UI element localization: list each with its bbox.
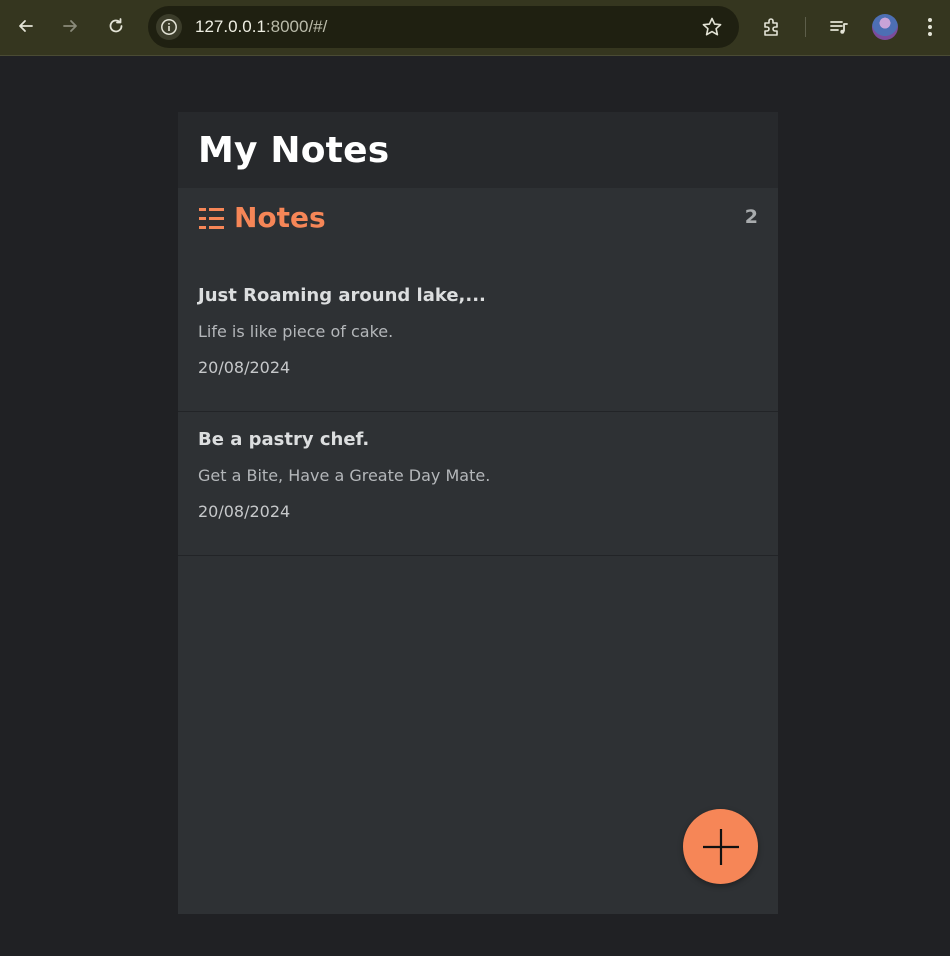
app-header: My Notes — [178, 112, 778, 188]
list-icon — [199, 208, 224, 229]
url-text[interactable]: 127.0.0.1:8000/#/ — [195, 17, 327, 37]
playlist-icon — [830, 21, 848, 34]
toolbar-separator — [805, 17, 806, 37]
note-preview: Life is like piece of cake. — [198, 322, 394, 341]
bookmark-button[interactable] — [701, 16, 723, 38]
notes-app: My Notes Notes 2 Just Roaming around lak… — [178, 112, 778, 914]
arrow-right-icon — [63, 20, 77, 32]
site-info-button[interactable] — [156, 14, 182, 40]
address-bar[interactable]: 127.0.0.1:8000/#/ — [148, 6, 739, 48]
list-item[interactable]: Just Roaming around lake,... Life is lik… — [178, 268, 778, 412]
notes-header: Notes 2 — [178, 188, 778, 268]
note-preview: Get a Bite, Have a Greate Day Mate. — [198, 466, 491, 485]
star-icon — [702, 17, 722, 36]
note-date: 20/08/2024 — [198, 502, 291, 521]
note-title: Just Roaming around lake,... — [198, 285, 486, 306]
plus-icon — [702, 828, 739, 865]
forward-button[interactable] — [56, 12, 84, 40]
note-title: Be a pastry chef. — [198, 429, 370, 450]
notes-heading: Notes — [234, 201, 326, 234]
back-button[interactable] — [12, 12, 40, 40]
more-vert-icon — [928, 18, 932, 36]
notes-list: Just Roaming around lake,... Life is lik… — [178, 268, 778, 556]
list-item[interactable]: Be a pastry chef. Get a Bite, Have a Gre… — [178, 412, 778, 556]
reload-button[interactable] — [102, 12, 130, 40]
note-date: 20/08/2024 — [198, 358, 291, 377]
media-button[interactable] — [824, 12, 854, 42]
url-host: 127.0.0.1 — [195, 17, 266, 36]
reload-icon — [109, 18, 123, 33]
add-note-button[interactable] — [683, 809, 758, 884]
info-icon — [161, 19, 177, 35]
app-title: My Notes — [198, 130, 390, 171]
puzzle-icon — [764, 18, 778, 36]
browser-toolbar: 127.0.0.1:8000/#/ — [0, 0, 950, 56]
url-path: :8000/#/ — [265, 17, 328, 36]
arrow-left-icon — [19, 20, 33, 32]
extensions-button[interactable] — [757, 12, 787, 42]
menu-button[interactable] — [915, 12, 945, 42]
profile-avatar[interactable] — [872, 14, 898, 40]
notes-count: 2 — [744, 206, 758, 228]
